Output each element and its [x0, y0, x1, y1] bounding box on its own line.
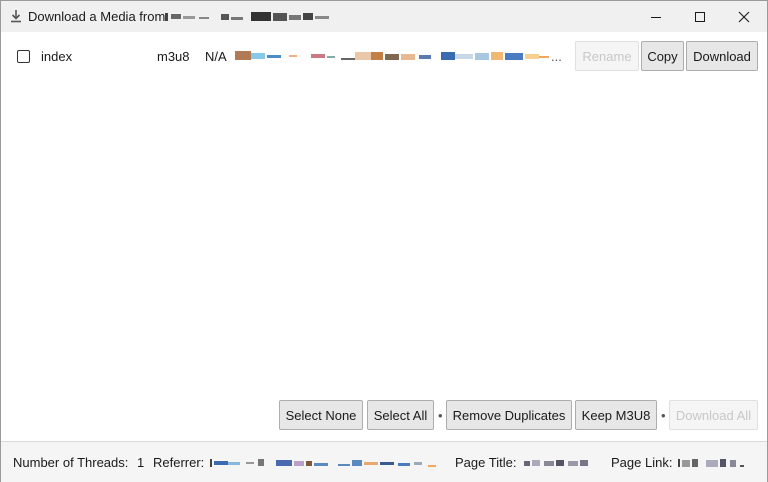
referrer-label: Referrer:	[153, 455, 205, 470]
redacted-page-title	[524, 460, 588, 466]
page-title-label: Page Title:	[455, 455, 517, 470]
item-checkbox[interactable]	[17, 50, 30, 63]
threads-label: Number of Threads:	[13, 455, 129, 470]
minimize-button[interactable]	[633, 1, 679, 32]
select-none-button[interactable]: Select None	[279, 400, 363, 430]
close-icon	[738, 11, 750, 22]
keep-m3u8-button[interactable]: Keep M3U8	[575, 400, 657, 430]
threads-value: 1	[137, 455, 145, 470]
separator-dot: •	[661, 408, 666, 423]
redacted-item-url	[235, 51, 549, 60]
rename-button[interactable]: Rename	[575, 41, 639, 71]
separator-dot: •	[438, 408, 443, 423]
download-all-button[interactable]: Download All	[669, 400, 758, 430]
maximize-button[interactable]	[677, 1, 723, 32]
status-footer: Number of Threads: 1 Referrer: Page Titl…	[1, 441, 767, 482]
maximize-icon	[695, 11, 705, 22]
close-button[interactable]	[721, 1, 767, 32]
minimize-icon	[651, 16, 661, 18]
download-icon	[11, 10, 21, 23]
title-bar[interactable]: Download a Media from	[1, 1, 767, 32]
download-media-window: Download a Media from index m3u8 N/A ...…	[0, 0, 768, 482]
redacted-page-link	[678, 459, 744, 467]
page-link-label: Page Link:	[611, 455, 673, 470]
window-title: Download a Media from	[28, 9, 166, 24]
item-size: N/A	[205, 49, 227, 64]
url-ellipsis: ...	[551, 49, 562, 64]
redacted-referrer	[210, 459, 436, 467]
download-button[interactable]: Download	[686, 41, 758, 71]
item-type: m3u8	[157, 49, 190, 64]
redacted-site-name	[165, 12, 329, 21]
select-all-button[interactable]: Select All	[367, 400, 434, 430]
remove-duplicates-button[interactable]: Remove Duplicates	[446, 400, 572, 430]
item-name: index	[41, 49, 73, 64]
copy-button[interactable]: Copy	[641, 41, 684, 71]
